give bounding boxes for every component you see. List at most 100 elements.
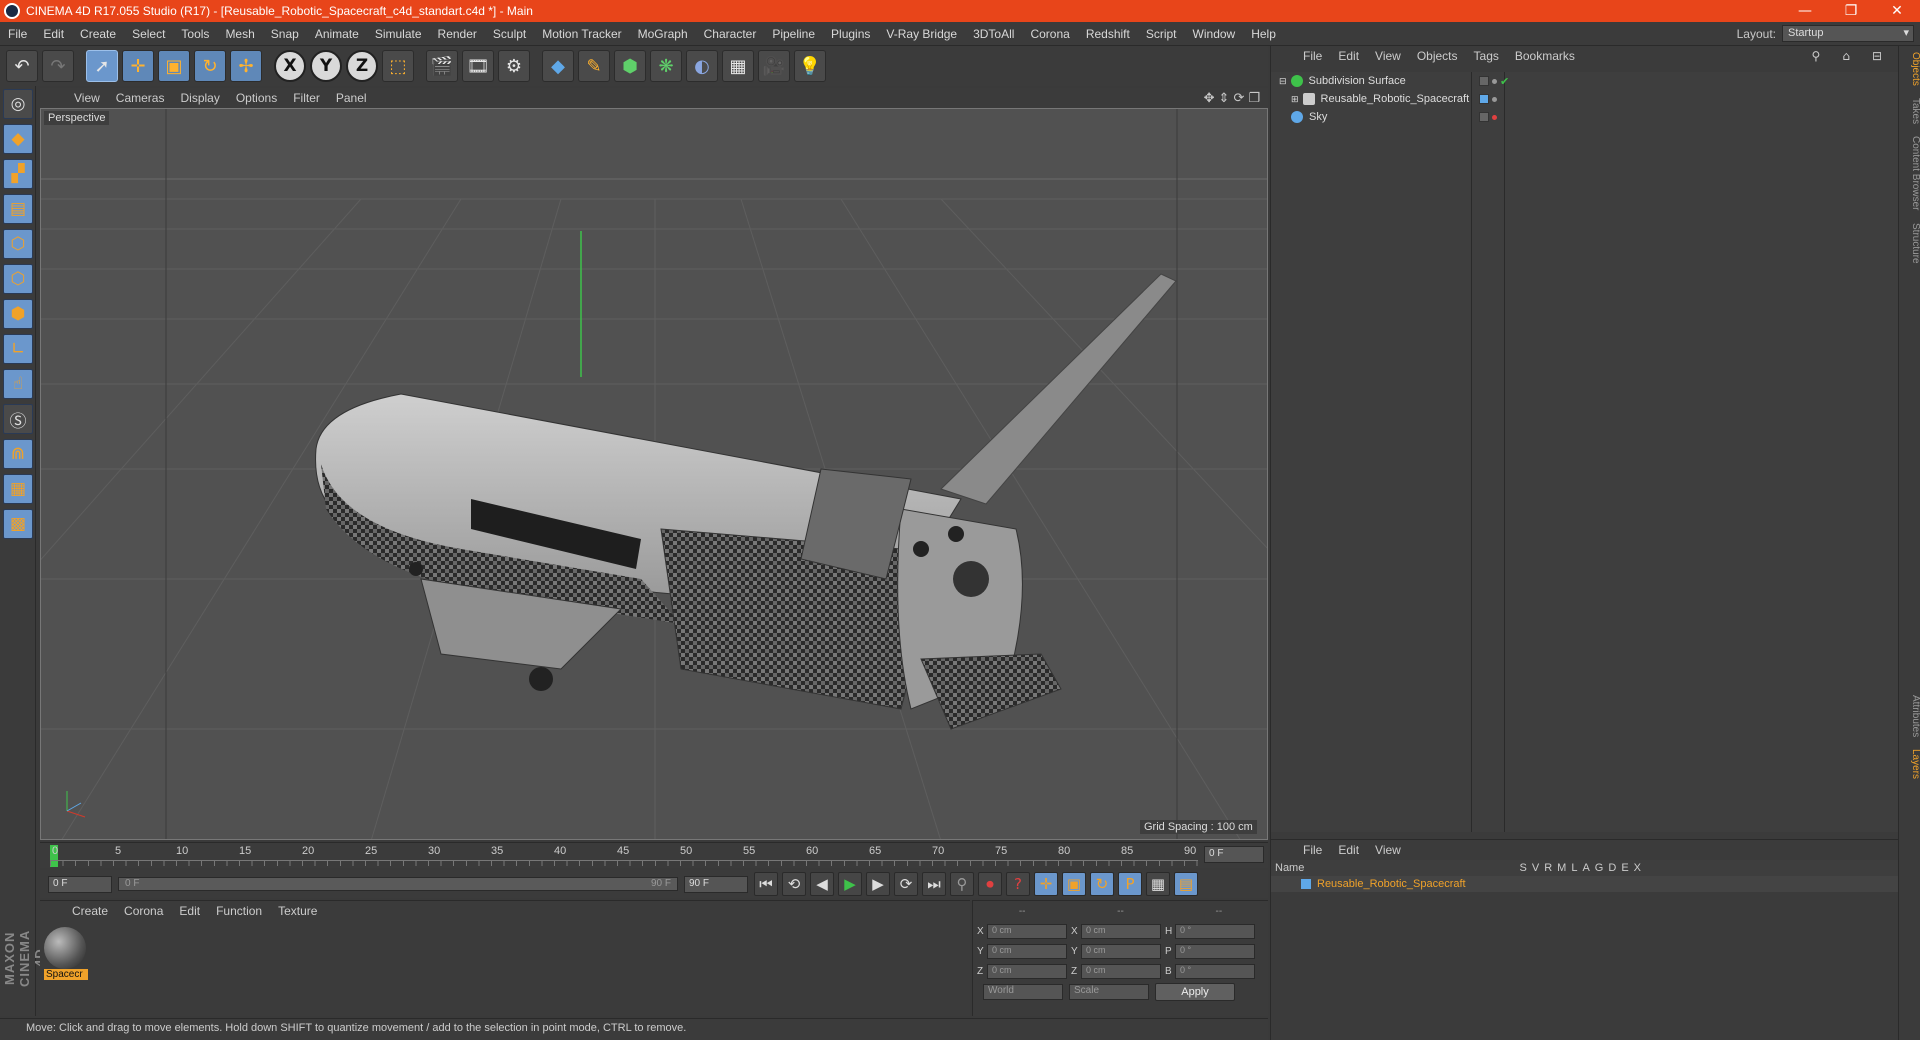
previous-frame-icon[interactable]: ◀: [810, 872, 834, 896]
menu-motion-tracker[interactable]: Motion Tracker: [534, 27, 629, 41]
size-x-field[interactable]: 0 cm: [1081, 923, 1161, 939]
position-x-field[interactable]: 0 cm: [987, 923, 1067, 939]
perspective-viewport[interactable]: [40, 108, 1268, 840]
menu-mesh[interactable]: Mesh: [217, 27, 262, 41]
live-selection-icon[interactable]: ➚: [86, 50, 118, 82]
object-menu-edit[interactable]: Edit: [1330, 49, 1367, 63]
tab-content-browser[interactable]: Content Browser: [1899, 130, 1920, 216]
collapse-icon[interactable]: ⊟: [1279, 76, 1287, 87]
menu-3dtoall[interactable]: 3DToAll: [965, 27, 1022, 41]
viewport-menu-view[interactable]: View: [66, 91, 108, 105]
transform-icon[interactable]: ✢: [230, 50, 262, 82]
menu-create[interactable]: Create: [72, 27, 124, 41]
coordinate-space-dropdown[interactable]: World: [983, 984, 1063, 1000]
viewport-pan-icon[interactable]: ✥: [1204, 91, 1215, 106]
render-picture-viewer-icon[interactable]: 🎞: [462, 50, 494, 82]
close-button[interactable]: ✕: [1874, 3, 1920, 19]
rotation-p-field[interactable]: 0 °: [1175, 943, 1255, 959]
rotation-h-field[interactable]: 0 °: [1175, 923, 1255, 939]
layer-color-swatch[interactable]: [1301, 879, 1311, 889]
preview-range-slider[interactable]: 0 F 90 F: [118, 877, 678, 891]
menu-snap[interactable]: Snap: [263, 27, 307, 41]
menu-pipeline[interactable]: Pipeline: [764, 27, 823, 41]
timeline-window-icon[interactable]: ▤: [1174, 872, 1198, 896]
viewport-maximize-icon[interactable]: ❐: [1248, 91, 1260, 106]
menu-sculpt[interactable]: Sculpt: [485, 27, 534, 41]
menu-corona[interactable]: Corona: [1022, 27, 1077, 41]
x-axis-lock-icon[interactable]: X: [274, 50, 306, 82]
autokey-icon[interactable]: ?: [1006, 872, 1030, 896]
make-editable-icon[interactable]: ◎: [3, 89, 33, 119]
size-y-field[interactable]: 0 cm: [1081, 943, 1161, 959]
filter-icon[interactable]: ⊟: [1864, 49, 1890, 63]
layout-dropdown[interactable]: Startup: [1782, 25, 1914, 42]
size-z-field[interactable]: 0 cm: [1081, 963, 1161, 979]
tab-structure[interactable]: Structure: [1899, 217, 1920, 270]
viewport-zoom-icon[interactable]: ⇕: [1219, 91, 1230, 106]
solo-icon[interactable]: Ⓢ: [3, 404, 33, 434]
y-axis-lock-icon[interactable]: Y: [310, 50, 342, 82]
layer-row[interactable]: Reusable_Robotic_Spacecraft: [1271, 876, 1899, 892]
menu-vray-bridge[interactable]: V-Ray Bridge: [878, 27, 965, 41]
record-keys-icon[interactable]: ⚲: [950, 872, 974, 896]
menu-render[interactable]: Render: [430, 27, 485, 41]
scale-icon[interactable]: ▣: [158, 50, 190, 82]
rotate-icon[interactable]: ↻: [194, 50, 226, 82]
end-frame-field[interactable]: 90 F: [684, 875, 748, 893]
camera-icon[interactable]: 🎥: [758, 50, 790, 82]
object-menu-file[interactable]: File: [1295, 49, 1330, 63]
rotation-b-field[interactable]: 0 °: [1175, 963, 1255, 979]
object-menu-bookmarks[interactable]: Bookmarks: [1507, 49, 1583, 63]
search-icon[interactable]: ⚲: [1804, 49, 1829, 63]
model-mode-icon[interactable]: ◆: [3, 124, 33, 154]
cube-object-icon[interactable]: ◆: [542, 50, 574, 82]
size-mode-dropdown[interactable]: Scale: [1069, 984, 1149, 1000]
next-frame-icon[interactable]: ▶: [866, 872, 890, 896]
menu-plugins[interactable]: Plugins: [823, 27, 878, 41]
position-z-field[interactable]: 0 cm: [987, 963, 1067, 979]
expand-icon[interactable]: ⊞: [1291, 94, 1299, 105]
key-pla-icon[interactable]: ▦: [1146, 872, 1170, 896]
texture-mode-icon[interactable]: ▞: [3, 159, 33, 189]
key-scale-icon[interactable]: ▣: [1062, 872, 1086, 896]
menu-window[interactable]: Window: [1185, 27, 1244, 41]
material-swatch[interactable]: Spacecr: [44, 927, 88, 981]
workplane-icon[interactable]: ▤: [3, 194, 33, 224]
redo-icon[interactable]: ↷: [42, 50, 74, 82]
object-menu-tags[interactable]: Tags: [1466, 49, 1507, 63]
menu-redshift[interactable]: Redshift: [1078, 27, 1138, 41]
layer-menu-file[interactable]: File: [1295, 843, 1330, 857]
render-settings-icon[interactable]: ⚙: [498, 50, 530, 82]
restore-button[interactable]: ❐: [1828, 3, 1874, 19]
deformer-icon[interactable]: ◐: [686, 50, 718, 82]
tab-takes[interactable]: Takes: [1899, 92, 1920, 130]
grid-snap-icon[interactable]: ▩: [3, 509, 33, 539]
record-active-icon[interactable]: ⏺: [978, 872, 1002, 896]
start-frame-field[interactable]: 0 F: [48, 875, 112, 893]
menu-tools[interactable]: Tools: [173, 27, 217, 41]
menu-mograph[interactable]: MoGraph: [630, 27, 696, 41]
grid-lock-icon[interactable]: ▦: [3, 474, 33, 504]
material-menu-corona[interactable]: Corona: [116, 904, 171, 918]
menu-character[interactable]: Character: [696, 27, 765, 41]
enabled-check-icon[interactable]: ✔: [1500, 75, 1509, 88]
key-rotation-icon[interactable]: ↻: [1090, 872, 1114, 896]
object-menu-objects[interactable]: Objects: [1409, 49, 1466, 63]
viewport-menu-cameras[interactable]: Cameras: [108, 91, 173, 105]
home-icon[interactable]: ⌂: [1834, 49, 1858, 63]
viewport-menu-display[interactable]: Display: [172, 91, 227, 105]
key-parameter-icon[interactable]: P: [1118, 872, 1142, 896]
viewport-menu-filter[interactable]: Filter: [285, 91, 328, 105]
material-menu-edit[interactable]: Edit: [171, 904, 208, 918]
axis-mode-icon[interactable]: ∟: [3, 334, 33, 364]
undo-icon[interactable]: ↶: [6, 50, 38, 82]
pen-spline-icon[interactable]: ✎: [578, 50, 610, 82]
tab-layers[interactable]: Layers: [1899, 743, 1920, 785]
material-menu-create[interactable]: Create: [64, 904, 116, 918]
z-axis-lock-icon[interactable]: Z: [346, 50, 378, 82]
apply-button[interactable]: Apply: [1155, 983, 1235, 1001]
menu-select[interactable]: Select: [124, 27, 173, 41]
timeline[interactable]: 0 5 10 15 20 25 30 35 40 45 50 55 60 65 …: [40, 842, 1268, 868]
menu-animate[interactable]: Animate: [307, 27, 367, 41]
position-y-field[interactable]: 0 cm: [987, 943, 1067, 959]
